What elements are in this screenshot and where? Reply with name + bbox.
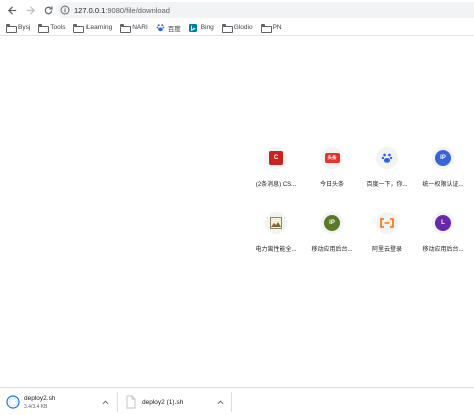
- bookmark-bing[interactable]: Bing: [189, 23, 214, 32]
- shortcut-label: 阿里云登录: [371, 247, 402, 253]
- baidu-icon: [156, 24, 165, 32]
- shortcut-tile[interactable]: 阿里云登录: [359, 211, 415, 261]
- address-bar[interactable]: 127.0.0.1:9080/file/download: [56, 2, 474, 18]
- baidu-paw-icon: [381, 153, 393, 163]
- shortcut-icon-bg: [265, 212, 287, 234]
- bookmark-label: Tools: [50, 24, 66, 31]
- url-path: :9080/file/download: [105, 5, 170, 15]
- chevron-up-icon: [217, 400, 223, 404]
- browser-toolbar: 127.0.0.1:9080/file/download: [0, 0, 474, 20]
- arrow-left-icon: [7, 5, 16, 15]
- shortcut-icon-bg: [376, 147, 398, 169]
- info-icon[interactable]: [60, 5, 70, 15]
- shortcut-icon-bg: [376, 212, 398, 234]
- download-menu-button[interactable]: [101, 398, 109, 406]
- bookmark-label: Bing: [200, 24, 214, 31]
- back-button[interactable]: [3, 1, 21, 19]
- download-item[interactable]: deploy2 (1).sh: [124, 388, 183, 415]
- bookmark-label: NARI: [132, 24, 148, 31]
- shortcut-label: 统一权限认证...: [422, 182, 464, 188]
- shortcut-grid: C (2条消息) CS... 头条 今日头条 百度一下，你... IP 统一权限…: [250, 146, 474, 256]
- shortcut-tile[interactable]: 百度一下，你...: [359, 146, 415, 196]
- url-text: 127.0.0.1:9080/file/download: [74, 6, 170, 15]
- shortcut-label: 移动应用后台...: [311, 247, 353, 253]
- bookmark-bysj[interactable]: Bysj: [6, 24, 31, 33]
- folder-icon: [73, 24, 85, 33]
- bookmarks-bar: Bysj Tools iLearning NARI 百度 Bing Glodio…: [0, 20, 474, 36]
- url-host: 127.0.0.1: [74, 5, 106, 15]
- shortcut-tile[interactable]: IP 移动应用后台...: [304, 211, 360, 261]
- bookmark-ilearning[interactable]: iLearning: [73, 24, 113, 33]
- l-icon: L: [435, 215, 451, 231]
- bookmark-pn[interactable]: PN: [260, 24, 282, 33]
- download-filename: deploy2 (1).sh: [142, 398, 184, 406]
- shortcut-label: (2条消息) CS...: [255, 182, 297, 188]
- folder-icon: [6, 24, 17, 33]
- shortcut-label: 百度一下，你...: [366, 182, 408, 188]
- shortcut-icon-bg: C: [265, 147, 287, 169]
- shortcut-tile[interactable]: 头条 今日头条: [304, 146, 360, 196]
- download-size: 3.4/3.4 KB: [24, 403, 48, 410]
- divider: [117, 392, 118, 412]
- bookmark-label: 百度: [167, 25, 181, 33]
- toutiao-icon: 头条: [324, 153, 340, 163]
- image-icon: [270, 217, 282, 229]
- shortcut-icon-bg: 头条: [321, 147, 343, 169]
- shortcut-icon-bg: IP: [432, 147, 454, 169]
- download-filename: deploy2.sh: [24, 394, 56, 402]
- folder-icon: [120, 24, 132, 33]
- download-item[interactable]: deploy2.sh 3.4/3.4 KB: [6, 388, 55, 415]
- bookmark-label: Bysj: [18, 24, 31, 31]
- download-shelf: deploy2.sh 3.4/3.4 KB deploy2 (1).sh: [0, 387, 474, 415]
- download-menu-button[interactable]: [216, 398, 224, 406]
- shortcut-icon-bg: IP: [321, 212, 343, 234]
- folder-icon: [38, 24, 50, 33]
- arrow-right-icon: [26, 5, 35, 15]
- file-icon: [126, 395, 136, 409]
- shortcut-tile[interactable]: 电力离性能全...: [248, 211, 304, 261]
- bing-icon: [189, 23, 198, 32]
- bookmark-label: PN: [272, 24, 282, 31]
- shortcut-icon-bg: L: [432, 212, 454, 234]
- bookmark-nari[interactable]: NARI: [120, 24, 148, 33]
- shortcut-tile[interactable]: C (2条消息) CS...: [248, 146, 304, 196]
- shortcut-label: 电力离性能全...: [255, 247, 297, 253]
- csdn-icon: C: [269, 151, 283, 165]
- folder-icon: [221, 24, 233, 33]
- bookmark-label: Glodio: [233, 24, 253, 31]
- bookmark-glodio[interactable]: Glodio: [221, 24, 253, 33]
- reload-icon: [44, 5, 53, 14]
- download-progress-icon: [6, 395, 20, 409]
- divider: [231, 392, 232, 412]
- reload-button[interactable]: [39, 1, 57, 19]
- shortcut-tile[interactable]: IP 统一权限认证...: [415, 146, 471, 196]
- shortcut-label: 今日头条: [319, 182, 344, 188]
- shortcut-tile[interactable]: L 移动应用后台...: [415, 211, 471, 261]
- chevron-up-icon: [102, 400, 108, 404]
- ip-icon: IP: [435, 150, 451, 166]
- aliyun-icon: [380, 218, 394, 228]
- bookmark-tools[interactable]: Tools: [38, 24, 66, 33]
- bookmark-baidu[interactable]: 百度: [156, 23, 181, 33]
- forward-button[interactable]: [21, 1, 39, 19]
- ip-icon: IP: [324, 215, 340, 231]
- folder-icon: [260, 24, 272, 33]
- shortcut-label: 移动应用后台...: [422, 247, 464, 253]
- bookmark-label: iLearning: [85, 24, 113, 31]
